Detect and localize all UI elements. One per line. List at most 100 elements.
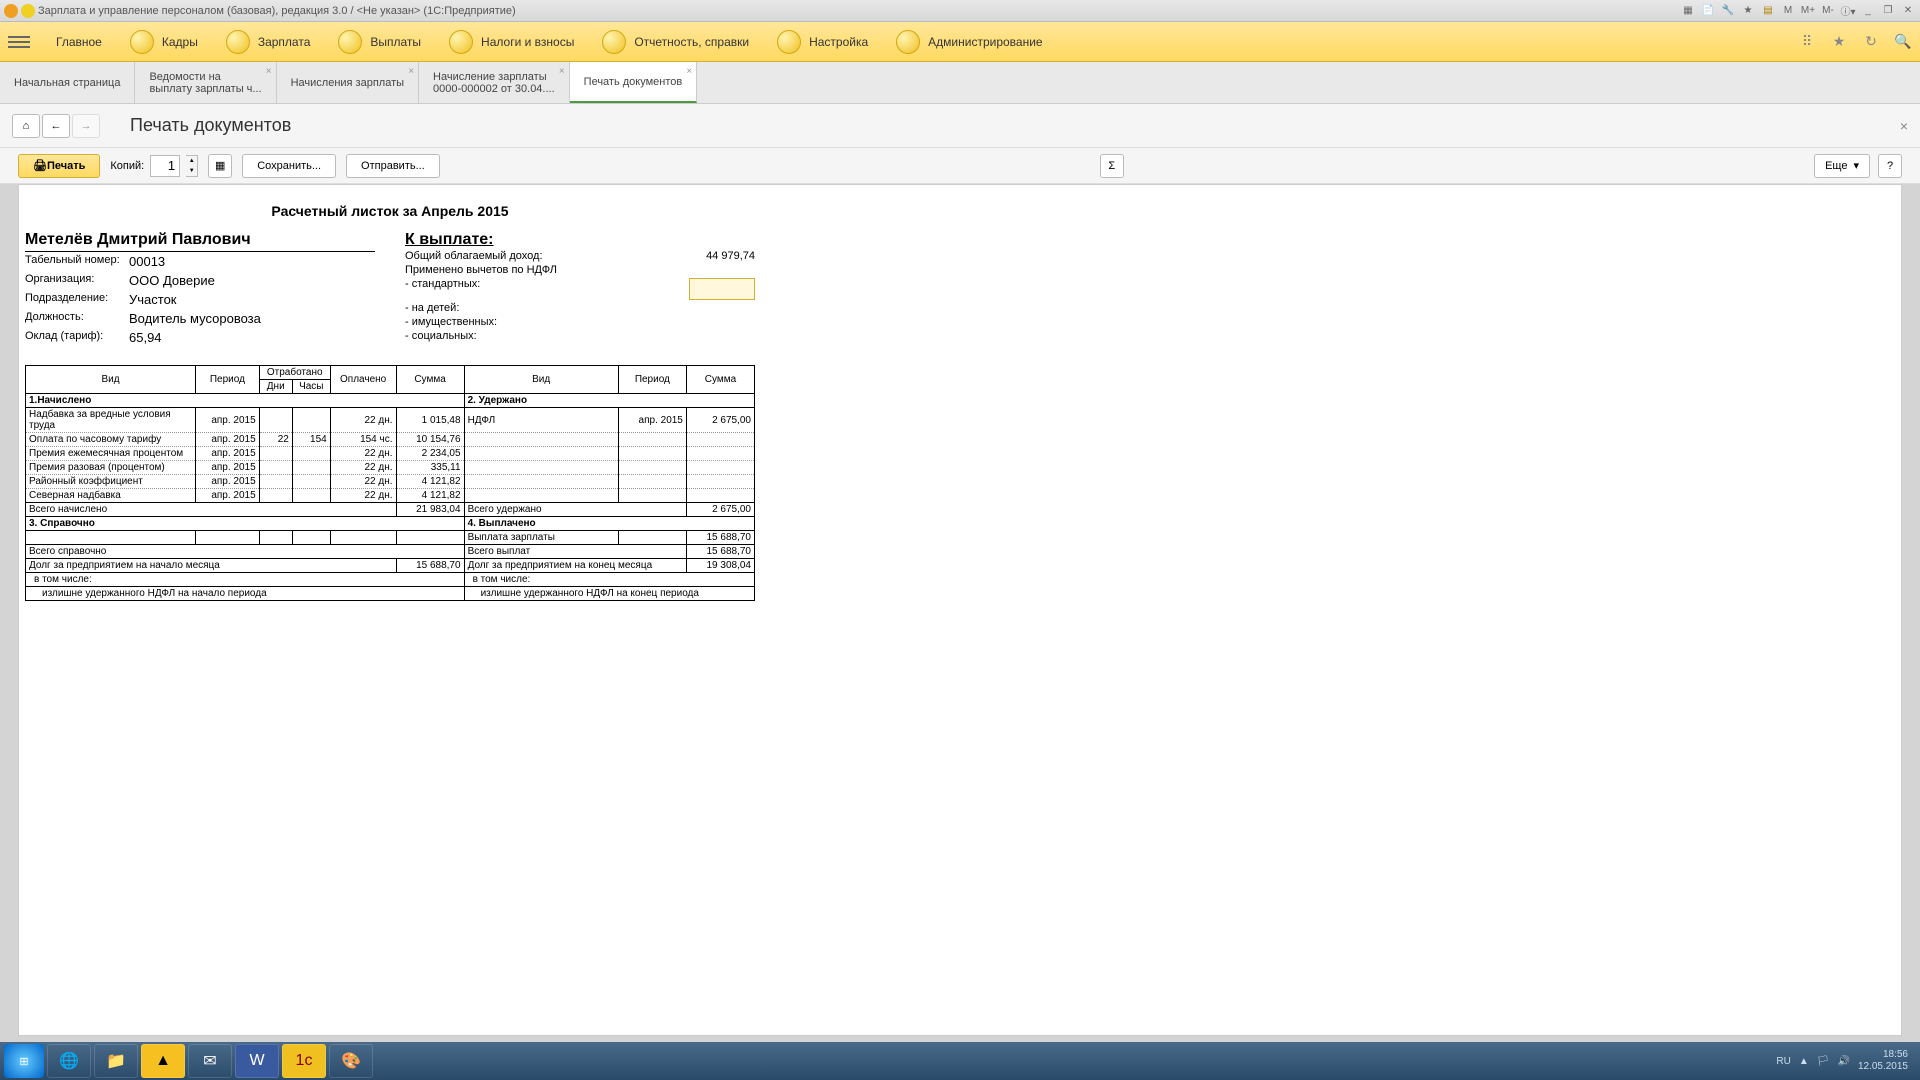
employee-name: Метелёв Дмитрий Павлович (25, 231, 375, 252)
emp-label: Табельный номер: (25, 254, 129, 269)
deduct-title: Применено вычетов по НДФЛ (405, 264, 557, 276)
task-chrome[interactable]: 🌐 (47, 1044, 91, 1078)
taskbar: ⊞ 🌐 📁 ▲ ✉ W 1c 🎨 RU ▲ 🏳 🔊 18:56 12.05.20… (0, 1042, 1920, 1080)
page-header: ⌂ ← → Печать документов × (0, 104, 1920, 148)
nav-main[interactable]: Главное (42, 35, 116, 49)
close-icon[interactable]: × (559, 66, 565, 77)
nav-icon (896, 30, 920, 54)
tab-pechat[interactable]: Печать документов× (570, 62, 698, 103)
history-icon[interactable]: ↻ (1862, 33, 1880, 51)
star-icon[interactable]: ★ (1830, 33, 1848, 51)
system-tray[interactable]: RU ▲ 🏳 🔊 18:56 12.05.2015 (1776, 1049, 1916, 1073)
tab-vedomosti[interactable]: Ведомости навыплату зарплаты ч...× (135, 62, 276, 103)
payout-heading: К выплате: (405, 231, 755, 249)
save-button[interactable]: Сохранить... (242, 154, 336, 178)
close-icon[interactable]: × (266, 66, 272, 77)
apps-icon[interactable]: ⠿ (1798, 33, 1816, 51)
selected-cell[interactable] (689, 278, 755, 300)
preview-button[interactable]: ▦ (208, 154, 232, 178)
task-mail[interactable]: ✉ (188, 1044, 232, 1078)
nav-kadry[interactable]: Кадры (116, 30, 212, 54)
task-1c[interactable]: 1c (282, 1044, 326, 1078)
tab-nachislenie[interactable]: Начисление зарплаты0000-000002 от 30.04.… (419, 62, 570, 103)
help-button[interactable]: ? (1878, 154, 1902, 178)
copies-input[interactable] (150, 155, 180, 177)
clock[interactable]: 18:56 12.05.2015 (1858, 1049, 1908, 1073)
table-row: Северная надбавкаапр. 201522 дн.4 121,82 (26, 489, 755, 503)
income-label: Общий облагаемый доход: (405, 250, 543, 262)
nav-nalogi[interactable]: Налоги и взносы (435, 30, 588, 54)
task-explorer[interactable]: 📁 (94, 1044, 138, 1078)
table-row: Районный коэффициентапр. 201522 дн.4 121… (26, 475, 755, 489)
tb-tool-icon[interactable]: ▦ (1680, 3, 1696, 19)
nav-zarplata[interactable]: Зарплата (212, 30, 325, 54)
emp-label: Подразделение: (25, 292, 129, 307)
maximize-icon[interactable]: ❐ (1880, 3, 1896, 19)
nav-icon (130, 30, 154, 54)
tb-star-icon[interactable]: ★ (1740, 3, 1756, 19)
emp-value: Участок (129, 292, 177, 307)
nav-otchet[interactable]: Отчетность, справки (588, 30, 763, 54)
nav-vyplaty[interactable]: Выплаты (324, 30, 435, 54)
emp-value: ООО Доверие (129, 273, 215, 288)
emp-label: Оклад (тариф): (25, 330, 129, 345)
toolbar: 🖨 Печать Копий: ▲▼ ▦ Сохранить... Отправ… (0, 148, 1920, 184)
emp-value: 00013 (129, 254, 165, 269)
tray-icon[interactable]: ▲ (1799, 1056, 1809, 1067)
payslip-table: Вид Период Отработано Оплачено Сумма Вид… (25, 365, 755, 601)
close-page-icon[interactable]: × (1900, 118, 1908, 134)
tb-tool-icon[interactable]: 📄 (1700, 3, 1716, 19)
copies-spinner[interactable]: ▲▼ (186, 155, 198, 177)
nav-nastroika[interactable]: Настройка (763, 30, 882, 54)
close-icon[interactable]: × (686, 66, 692, 77)
emp-label: Организация: (25, 273, 129, 288)
app-icon (4, 4, 18, 18)
nav-admin[interactable]: Администрирование (882, 30, 1056, 54)
table-row: Премия разовая (процентом)апр. 201522 дн… (26, 461, 755, 475)
table-row: Надбавка за вредные условия трудаапр. 20… (26, 408, 755, 433)
tray-icon[interactable]: 🏳 (1817, 1056, 1830, 1067)
close-icon[interactable]: × (408, 66, 414, 77)
close-icon[interactable]: ✕ (1900, 3, 1916, 19)
main-nav: Главное Кадры Зарплата Выплаты Налоги и … (0, 22, 1920, 62)
emp-value: 65,94 (129, 330, 162, 345)
task-paint[interactable]: 🎨 (329, 1044, 373, 1078)
tb-calc-icon[interactable]: ▤ (1760, 3, 1776, 19)
back-button[interactable]: ← (42, 114, 70, 138)
copies-label: Копий: (110, 160, 144, 172)
search-icon[interactable]: 🔍 (1894, 33, 1912, 51)
minimize-icon[interactable]: _ (1860, 3, 1876, 19)
emp-value: Водитель мусоровоза (129, 311, 261, 326)
tray-icon[interactable]: 🔊 (1837, 1056, 1849, 1067)
tab-bar: Начальная страница Ведомости навыплату з… (0, 62, 1920, 104)
more-button[interactable]: Еще ▾ (1814, 154, 1870, 178)
nav-icon (338, 30, 362, 54)
page-title: Печать документов (130, 115, 291, 136)
emp-label: Должность: (25, 311, 129, 326)
hamburger-icon[interactable] (8, 31, 30, 53)
document-area[interactable]: Расчетный листок за Апрель 2015 Метелёв … (18, 184, 1902, 1036)
nav-icon (449, 30, 473, 54)
table-row: Оплата по часовому тарифуапр. 2015221541… (26, 433, 755, 447)
tb-m-icon[interactable]: M (1780, 3, 1796, 19)
window-title: Зарплата и управление персоналом (базова… (38, 5, 1680, 17)
start-button[interactable]: ⊞ (4, 1044, 44, 1078)
lang-indicator[interactable]: RU (1776, 1056, 1790, 1067)
print-button[interactable]: 🖨 Печать (18, 154, 100, 178)
tab-home[interactable]: Начальная страница (0, 62, 135, 103)
tb-info-icon[interactable]: ⓘ▾ (1840, 3, 1856, 19)
tab-nachisleniya[interactable]: Начисления зарплаты× (277, 62, 419, 103)
nav-icon (777, 30, 801, 54)
forward-button[interactable]: → (72, 114, 100, 138)
home-button[interactable]: ⌂ (12, 114, 40, 138)
doc-title: Расчетный листок за Апрель 2015 (25, 191, 755, 231)
task-word[interactable]: W (235, 1044, 279, 1078)
send-button[interactable]: Отправить... (346, 154, 440, 178)
task-app[interactable]: ▲ (141, 1044, 185, 1078)
tb-tool-icon[interactable]: 🔧 (1720, 3, 1736, 19)
tb-mminus-icon[interactable]: M- (1820, 3, 1836, 19)
tb-mplus-icon[interactable]: M+ (1800, 3, 1816, 19)
sigma-button[interactable]: Σ (1100, 154, 1124, 178)
app-icon-2 (21, 4, 35, 18)
income-value: 44 979,74 (706, 250, 755, 262)
